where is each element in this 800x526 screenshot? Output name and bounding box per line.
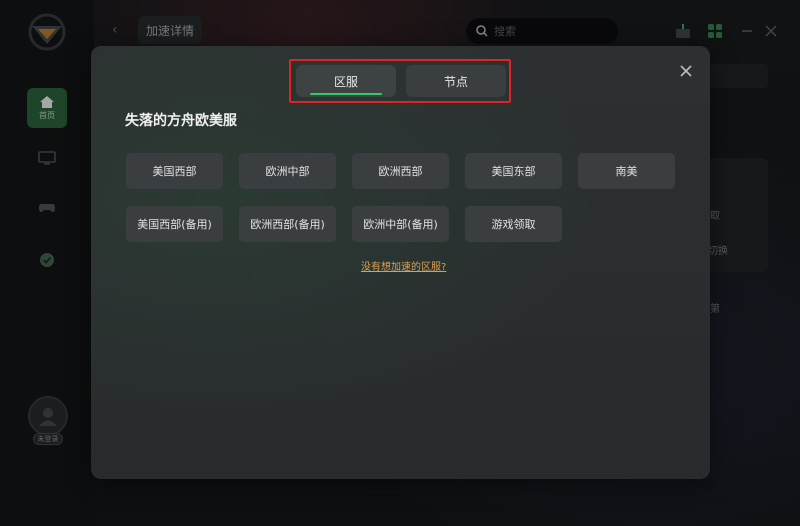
- tab-highlight-box: [289, 59, 511, 103]
- game-title: 失落的方舟欧美服: [125, 113, 237, 129]
- region-button[interactable]: 美国西部: [126, 153, 223, 189]
- region-button[interactable]: 欧洲中部: [239, 153, 336, 189]
- region-button[interactable]: 欧洲西部: [352, 153, 449, 189]
- region-button[interactable]: 美国东部: [465, 153, 562, 189]
- region-button[interactable]: 欧洲西部(备用): [239, 206, 336, 242]
- close-icon[interactable]: [677, 62, 695, 80]
- region-button[interactable]: 欧洲中部(备用): [352, 206, 449, 242]
- region-button[interactable]: 南美: [578, 153, 675, 189]
- region-button[interactable]: 游戏领取: [465, 206, 562, 242]
- no-region-link[interactable]: 没有想加速的区服?: [361, 258, 446, 273]
- region-button[interactable]: 美国西部(备用): [126, 206, 223, 242]
